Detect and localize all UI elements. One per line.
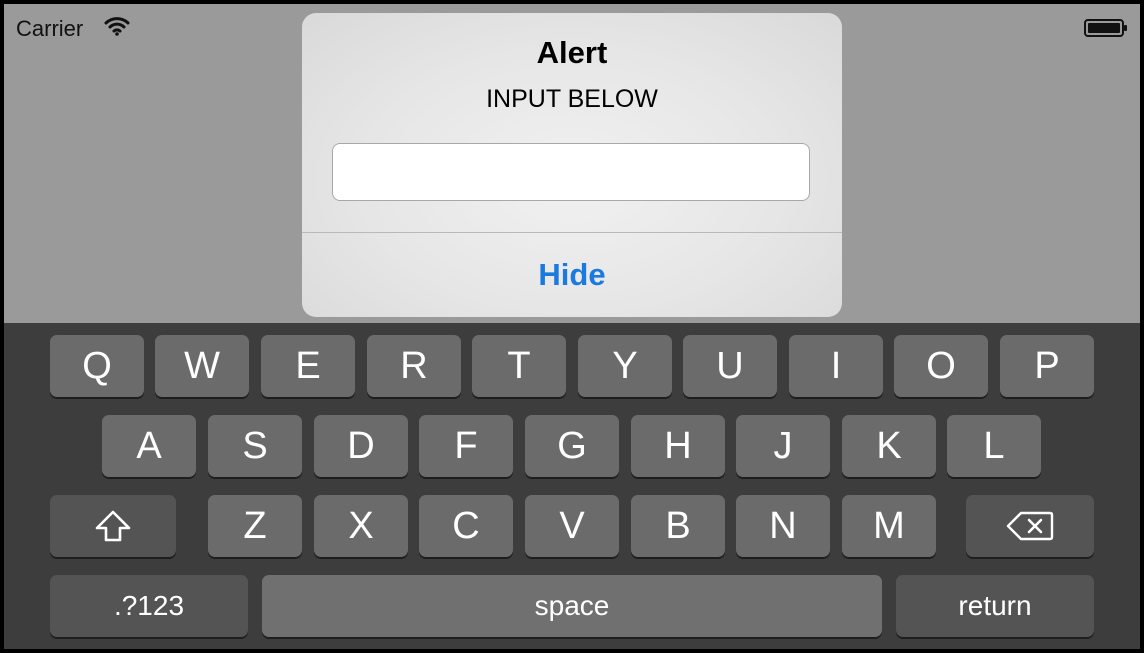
key-x[interactable]: X: [314, 495, 408, 557]
key-g[interactable]: G: [525, 415, 619, 477]
key-u[interactable]: U: [683, 335, 777, 397]
delete-key[interactable]: [966, 495, 1094, 557]
key-a[interactable]: A: [102, 415, 196, 477]
key-l[interactable]: L: [947, 415, 1041, 477]
key-r[interactable]: R: [367, 335, 461, 397]
screen: Carrier Alert INPUT BELOW Hide Q W E R T…: [4, 4, 1140, 649]
key-t[interactable]: T: [472, 335, 566, 397]
hide-button[interactable]: Hide: [302, 233, 842, 317]
key-k[interactable]: K: [842, 415, 936, 477]
carrier-label: Carrier: [16, 16, 84, 41]
alert-dialog: Alert INPUT BELOW Hide: [302, 13, 842, 317]
key-i[interactable]: I: [789, 335, 883, 397]
key-j[interactable]: J: [736, 415, 830, 477]
key-y[interactable]: Y: [578, 335, 672, 397]
shift-icon: [94, 509, 132, 543]
key-c[interactable]: C: [419, 495, 513, 557]
key-v[interactable]: V: [525, 495, 619, 557]
key-e[interactable]: E: [261, 335, 355, 397]
key-z[interactable]: Z: [208, 495, 302, 557]
key-n[interactable]: N: [736, 495, 830, 557]
shift-key[interactable]: [50, 495, 176, 557]
key-o[interactable]: O: [894, 335, 988, 397]
key-p[interactable]: P: [1000, 335, 1094, 397]
key-m[interactable]: M: [842, 495, 936, 557]
alert-message: INPUT BELOW: [486, 85, 658, 113]
key-f[interactable]: F: [419, 415, 513, 477]
numbers-key[interactable]: .?123: [50, 575, 248, 637]
key-q[interactable]: Q: [50, 335, 144, 397]
key-h[interactable]: H: [631, 415, 725, 477]
key-s[interactable]: S: [208, 415, 302, 477]
delete-icon: [1006, 510, 1054, 542]
battery-icon: [1084, 19, 1128, 37]
key-d[interactable]: D: [314, 415, 408, 477]
key-b[interactable]: B: [631, 495, 725, 557]
key-w[interactable]: W: [155, 335, 249, 397]
keyboard: Q W E R T Y U I O P A S D F G H J K L Z …: [4, 323, 1140, 649]
wifi-icon: [104, 16, 130, 36]
alert-text-input[interactable]: [332, 143, 810, 201]
space-key[interactable]: space: [262, 575, 882, 637]
return-key[interactable]: return: [896, 575, 1094, 637]
alert-title: Alert: [536, 35, 608, 70]
